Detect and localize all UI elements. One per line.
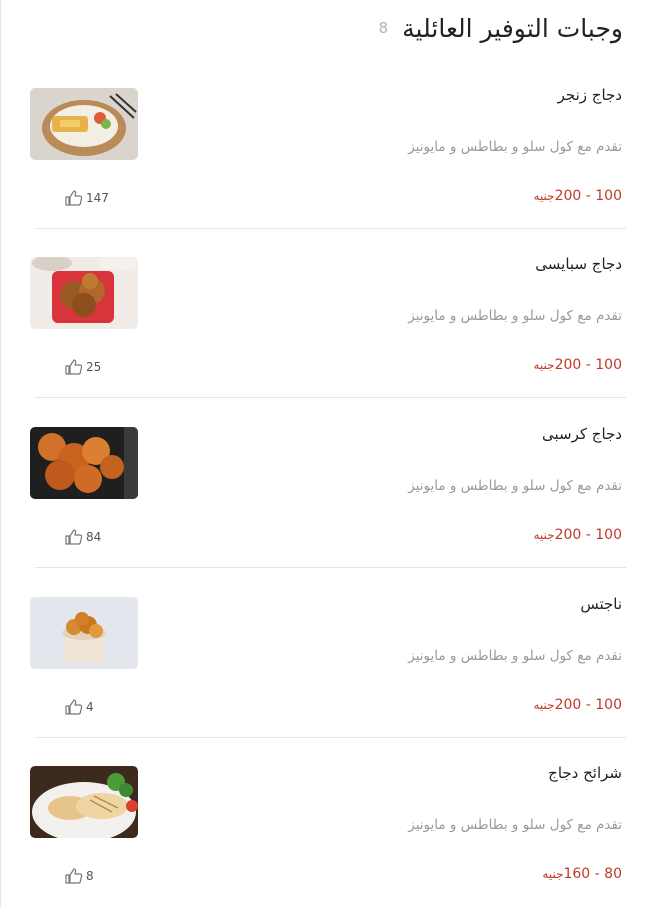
price-range: 100 - 200 <box>554 697 622 713</box>
like-button[interactable]: 147 <box>64 190 109 206</box>
like-button[interactable]: 84 <box>64 529 101 545</box>
menu-item[interactable]: دجاج زنجر تقدم مع كول سلو و بطاطس و مايو… <box>30 70 626 240</box>
thumbs-up-icon <box>64 190 84 206</box>
item-description: تقدم مع كول سلو و بطاطس و مايونيز <box>408 817 622 833</box>
item-name: دجاج كرسبى <box>542 425 622 443</box>
item-description: تقدم مع كول سلو و بطاطس و مايونيز <box>408 139 622 155</box>
menu-item[interactable]: شرائح دجاج تقدم مع كول سلو و بطاطس و ماي… <box>30 748 626 918</box>
price-currency: جنيه <box>533 358 555 372</box>
price-range: 80 - 160 <box>563 866 622 882</box>
price-currency: جنيه <box>533 528 555 542</box>
section-item-count: 8 <box>378 19 389 37</box>
thumbs-up-icon <box>64 699 84 715</box>
item-price: 100 - 200جنيه <box>533 697 622 713</box>
like-count: 25 <box>86 360 102 374</box>
item-price: 100 - 200جنيه <box>533 357 622 373</box>
page-left-border <box>0 0 1 907</box>
section-header: وجبات التوفير العائلية 8 <box>379 8 623 48</box>
item-description: تقدم مع كول سلو و بطاطس و مايونيز <box>408 478 622 494</box>
item-divider <box>35 397 626 398</box>
item-divider <box>35 737 626 738</box>
price-range: 100 - 200 <box>554 527 622 543</box>
item-image[interactable] <box>30 427 138 499</box>
item-divider <box>35 567 626 568</box>
item-divider <box>35 228 626 229</box>
item-price: 100 - 200جنيه <box>533 527 622 543</box>
item-image[interactable] <box>30 766 138 838</box>
price-currency: جنيه <box>542 867 564 881</box>
like-count: 8 <box>86 869 94 883</box>
menu-item[interactable]: ناجتس تقدم مع كول سلو و بطاطس و مايونيز … <box>30 579 626 749</box>
item-image[interactable] <box>30 257 138 329</box>
item-image[interactable] <box>30 88 138 160</box>
like-button[interactable]: 4 <box>64 699 94 715</box>
price-range: 100 - 200 <box>554 357 622 373</box>
like-button[interactable]: 25 <box>64 359 101 375</box>
item-price: 100 - 200جنيه <box>533 188 622 204</box>
section-title: وجبات التوفير العائلية <box>402 13 623 43</box>
item-name: دجاج زنجر <box>557 86 622 104</box>
price-currency: جنيه <box>533 698 555 712</box>
item-description: تقدم مع كول سلو و بطاطس و مايونيز <box>408 308 622 324</box>
price-range: 100 - 200 <box>554 188 622 204</box>
item-price: 80 - 160جنيه <box>542 866 622 882</box>
menu-item[interactable]: دجاج سبايسى تقدم مع كول سلو و بطاطس و ما… <box>30 239 626 409</box>
menu-item[interactable]: دجاج كرسبى تقدم مع كول سلو و بطاطس و ماي… <box>30 409 626 579</box>
thumbs-up-icon <box>64 359 84 375</box>
item-name: ناجتس <box>580 595 622 613</box>
like-count: 147 <box>86 191 109 205</box>
price-currency: جنيه <box>533 189 555 203</box>
thumbs-up-icon <box>64 529 84 545</box>
item-description: تقدم مع كول سلو و بطاطس و مايونيز <box>408 648 622 664</box>
thumbs-up-icon <box>64 868 84 884</box>
like-count: 84 <box>86 530 102 544</box>
item-image[interactable] <box>30 597 138 669</box>
like-button[interactable]: 8 <box>64 868 94 884</box>
like-count: 4 <box>86 700 94 714</box>
item-name: شرائح دجاج <box>548 764 622 782</box>
item-name: دجاج سبايسى <box>535 255 622 273</box>
